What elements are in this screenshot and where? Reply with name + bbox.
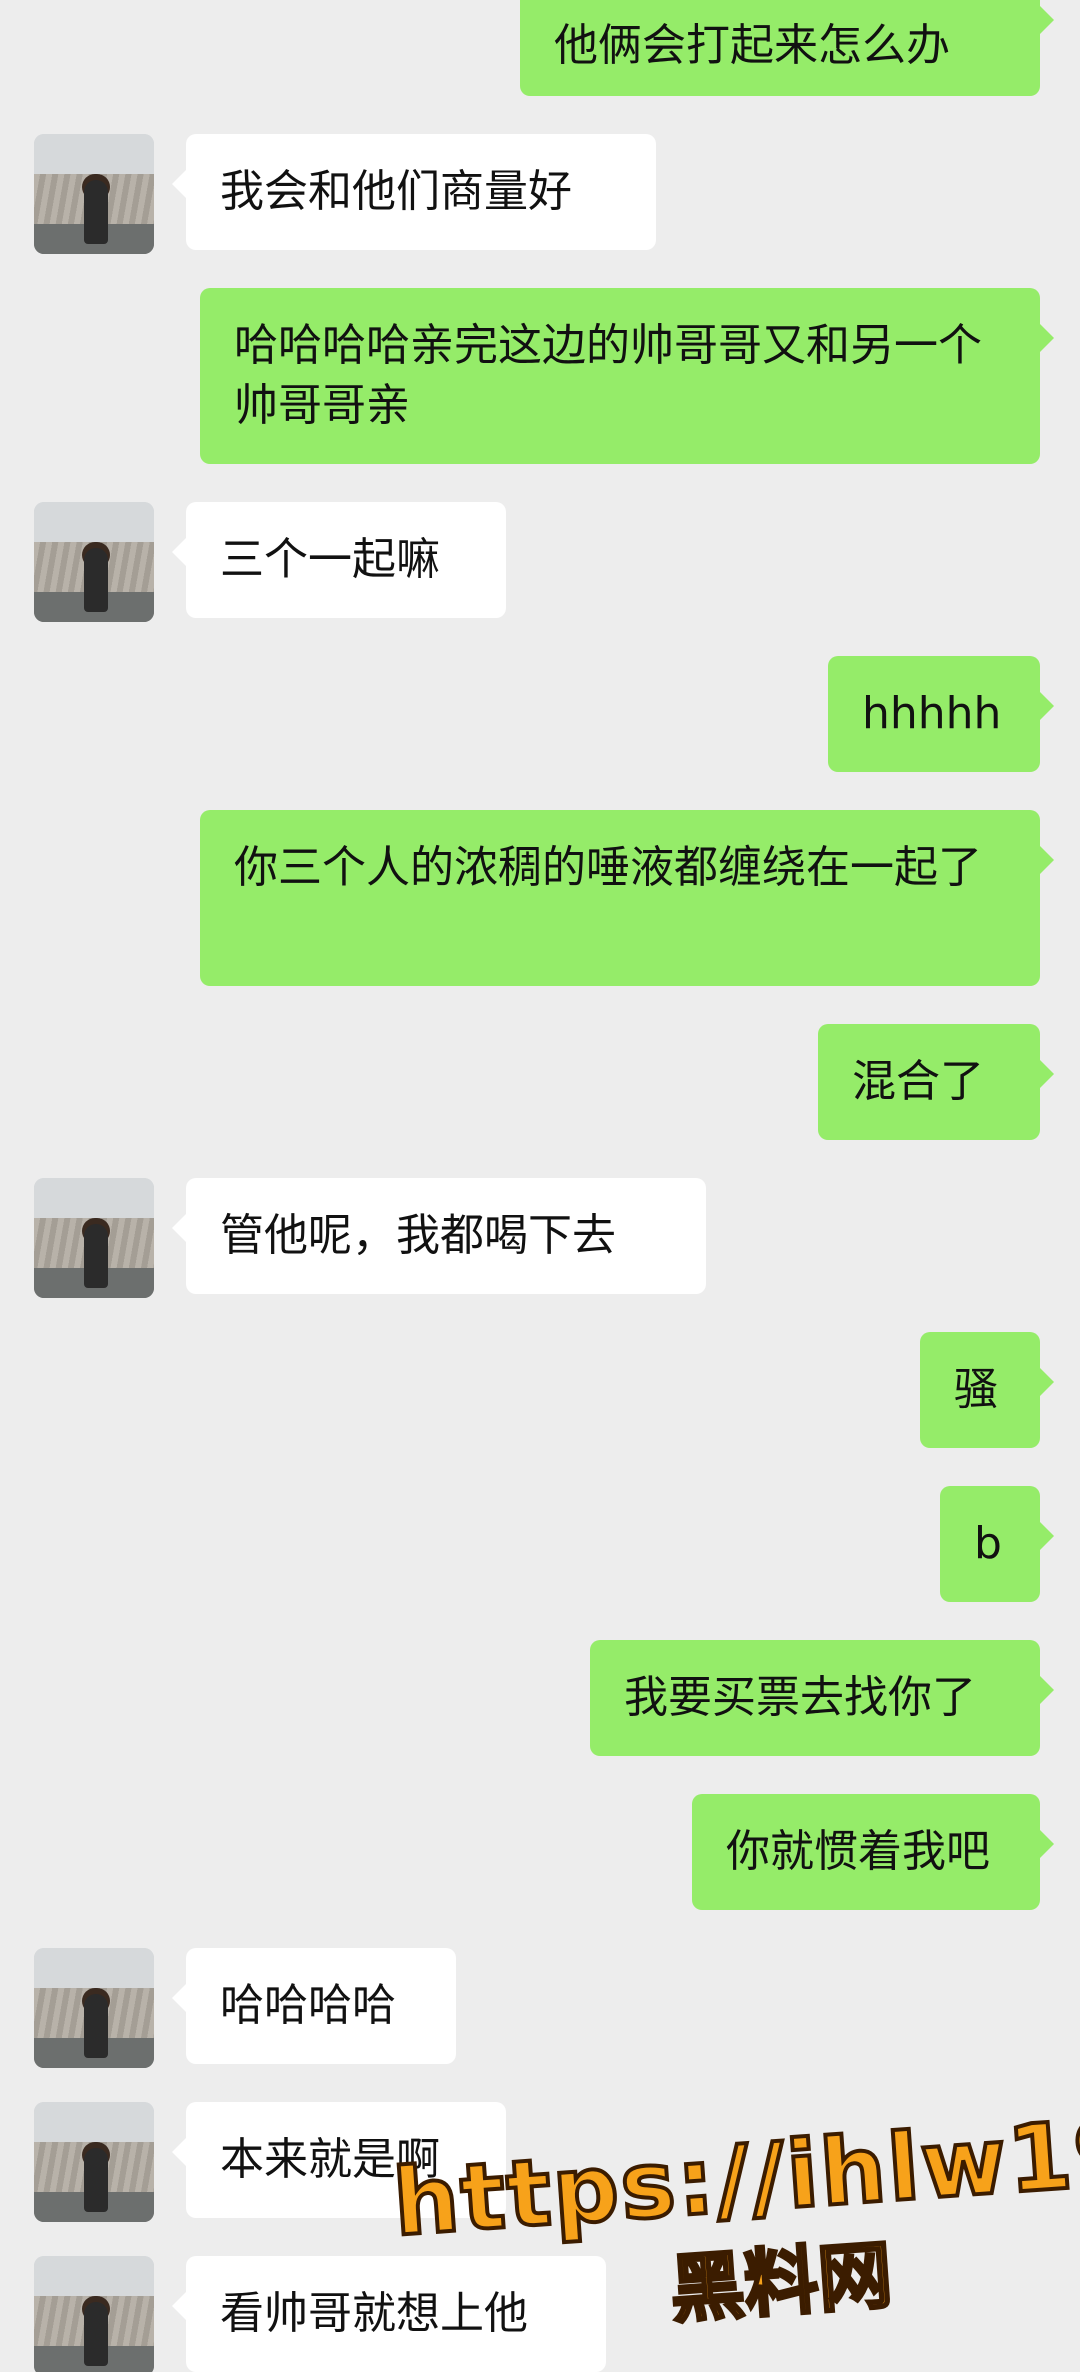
watermark: https://ihlw19.com 黑料网 bbox=[388, 2078, 1080, 2370]
contact-avatar[interactable] bbox=[34, 2256, 154, 2372]
message-bubble-outgoing[interactable]: 他俩会打起来怎么办 bbox=[520, 0, 1054, 96]
contact-avatar[interactable] bbox=[34, 502, 154, 622]
watermark-subtitle: 黑料网 bbox=[666, 2231, 896, 2335]
message-bubble-outgoing[interactable]: 哈哈哈哈亲完这边的帅哥哥又和另一个帅哥哥亲 bbox=[200, 288, 1054, 464]
message-bubble-outgoing[interactable]: 我要买票去找你了 bbox=[590, 1640, 1054, 1756]
message-bubble-outgoing[interactable]: 你就惯着我吧 bbox=[692, 1794, 1054, 1910]
contact-avatar[interactable] bbox=[34, 134, 154, 254]
message-bubble-incoming[interactable]: 我会和他们商量好 bbox=[172, 134, 656, 250]
message-bubble-outgoing[interactable]: hhhhh bbox=[828, 656, 1054, 772]
message-bubble-outgoing[interactable]: 混合了 bbox=[818, 1024, 1054, 1140]
message-bubble-incoming[interactable]: 哈哈哈哈 bbox=[172, 1948, 456, 2064]
message-bubble-outgoing[interactable]: 骚 bbox=[920, 1332, 1054, 1448]
message-bubble-outgoing[interactable]: b bbox=[940, 1486, 1054, 1602]
message-bubble-outgoing[interactable]: 你三个人的浓稠的唾液都缠绕在一起了 bbox=[200, 810, 1054, 986]
chat-conversation: 他俩会打起来怎么办 我会和他们商量好 哈哈哈哈亲完这边的帅哥哥又和另一个帅哥哥亲… bbox=[0, 0, 1080, 2372]
contact-avatar[interactable] bbox=[34, 2102, 154, 2222]
message-bubble-incoming[interactable]: 三个一起嘛 bbox=[172, 502, 506, 618]
message-bubble-incoming[interactable]: 管他呢，我都喝下去 bbox=[172, 1178, 706, 1294]
contact-avatar[interactable] bbox=[34, 1178, 154, 1298]
contact-avatar[interactable] bbox=[34, 1948, 154, 2068]
